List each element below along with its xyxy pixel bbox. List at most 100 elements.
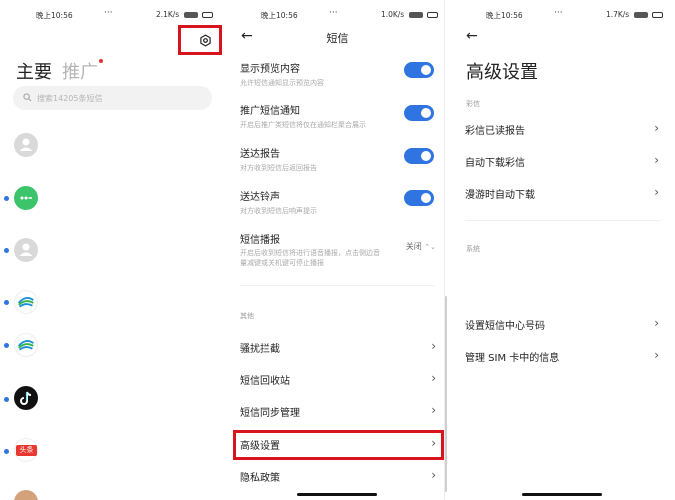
toutiao-logo-icon: 头条 xyxy=(16,445,37,456)
section-label-mms: 彩信 xyxy=(466,100,480,108)
battery-icon xyxy=(652,12,663,18)
promo-notification-toggle[interactable] xyxy=(404,105,434,121)
delivery-report-toggle[interactable] xyxy=(404,148,434,164)
conversation-avatar[interactable] xyxy=(14,290,38,314)
setting-subtitle: 对方收到短信后返回报告 xyxy=(240,164,317,172)
chevron-right-icon: › xyxy=(654,121,659,135)
item-label: 自动下载彩信 xyxy=(465,158,525,169)
battery-icon xyxy=(202,12,213,18)
unread-dot xyxy=(4,343,9,348)
setting-title: 短信播报 xyxy=(240,235,280,246)
menu-item-privacy-policy[interactable]: 隐私政策 › xyxy=(240,467,436,484)
status-more: ··· xyxy=(104,8,113,18)
item-label: 彩信已读报告 xyxy=(465,126,525,137)
menu-item-sms-center-number[interactable]: 设置短信中心号码 › xyxy=(465,315,659,332)
broadcast-sub-line1: 开启后收到短信将进行语音播报，点击侧边音 xyxy=(240,249,380,257)
default-avatar-icon xyxy=(19,243,33,256)
default-avatar-icon xyxy=(19,138,33,151)
menu-item-harassment-block[interactable]: 骚扰拦截 › xyxy=(240,338,436,355)
conversation-avatar[interactable] xyxy=(14,490,38,500)
status-network: 1.0K/s xyxy=(381,10,438,19)
search-placeholder: 搜索14205条短信 xyxy=(37,94,103,103)
conversation-avatar[interactable] xyxy=(14,333,38,357)
preview-content-toggle[interactable] xyxy=(404,62,434,78)
chevron-right-icon: › xyxy=(654,153,659,167)
divider xyxy=(240,285,435,286)
menu-item-recycle-bin[interactable]: 短信回收站 › xyxy=(240,370,436,387)
menu-item-auto-download-mms[interactable]: 自动下载彩信 › xyxy=(465,152,659,169)
scrollbar[interactable] xyxy=(445,296,447,492)
item-label: 隐私政策 xyxy=(240,473,280,484)
status-network: 1.7K/s xyxy=(606,10,663,19)
setting-subtitle: 对方收到短信后响声提示 xyxy=(240,207,317,215)
unread-dot xyxy=(4,397,9,402)
tab-promo[interactable]: 推广 xyxy=(62,58,98,84)
item-label: 短信同步管理 xyxy=(240,408,300,419)
menu-item-advanced-settings[interactable]: 高级设置 › xyxy=(240,435,436,452)
chevron-right-icon: › xyxy=(431,436,436,450)
menu-item-mms-read-report[interactable]: 彩信已读报告 › xyxy=(465,120,659,137)
page-title: 短信 xyxy=(326,32,349,45)
setting-subtitle: 开启后推广类短信将仅在通知栏聚合展示 xyxy=(240,121,366,129)
network-speed: 1.7K/s xyxy=(605,10,630,19)
broadcast-sub-line2: 量减键或关机键可停止播报 xyxy=(240,259,324,267)
divider xyxy=(465,220,660,221)
signal-icon xyxy=(183,12,198,18)
tab-main[interactable]: 主要 xyxy=(16,58,52,84)
search-icon xyxy=(23,93,32,102)
conversation-avatar[interactable]: 头条 xyxy=(14,438,38,462)
conversation-avatar[interactable] xyxy=(14,133,38,157)
message-list-panel: 晚上10:56 ··· 2.1K/s 主要 推广 搜索14205条短信 头条 xyxy=(0,0,225,500)
conversation-avatar[interactable] xyxy=(14,186,38,210)
chat-bubble-avatar-icon xyxy=(20,196,32,200)
home-indicator xyxy=(297,493,377,496)
network-speed: 1.0K/s xyxy=(380,10,405,19)
battery-icon xyxy=(427,12,438,18)
signal-icon xyxy=(408,12,423,18)
status-time: 晚上10:56 xyxy=(261,11,298,20)
status-bar: 晚上10:56 ··· 2.1K/s xyxy=(0,8,225,22)
settings-button[interactable] xyxy=(178,25,222,55)
chevron-right-icon: › xyxy=(654,316,659,330)
network-speed: 2.1K/s xyxy=(155,10,180,19)
item-label: 短信回收站 xyxy=(240,376,290,387)
menu-item-manage-sim-messages[interactable]: 管理 SIM 卡中的信息 › xyxy=(465,347,659,364)
chevron-right-icon: › xyxy=(431,339,436,353)
status-more: ··· xyxy=(329,8,338,18)
conversation-avatar[interactable] xyxy=(14,386,38,410)
advanced-settings-panel: 晚上10:56 ··· 1.7K/s ← 高级设置 彩信 彩信已读报告 › 自动… xyxy=(450,0,675,500)
delivery-ringtone-toggle[interactable] xyxy=(404,190,434,206)
page-title: 高级设置 xyxy=(466,62,538,83)
panel-divider xyxy=(444,0,445,500)
status-bar: 晚上10:56 ··· 1.7K/s xyxy=(450,8,675,22)
menu-item-roaming-auto-download[interactable]: 漫游时自动下载 › xyxy=(465,184,659,201)
item-label: 管理 SIM 卡中的信息 xyxy=(465,353,560,364)
chevron-right-icon: › xyxy=(431,371,436,385)
menu-item-sync-management[interactable]: 短信同步管理 › xyxy=(240,402,436,419)
sms-settings-panel: 晚上10:56 ··· 1.0K/s ← 短信 显示预览内容 允许短信通知显示预… xyxy=(225,0,450,500)
china-mobile-logo-icon xyxy=(17,297,34,308)
status-more: ··· xyxy=(554,8,563,18)
china-mobile-logo-icon xyxy=(17,340,34,351)
broadcast-value: 关闭 xyxy=(405,242,422,251)
conversation-avatar[interactable] xyxy=(14,238,38,262)
unread-dot xyxy=(4,196,9,201)
gear-icon xyxy=(200,34,211,47)
setting-sms-broadcast[interactable]: 短信播报 开启后收到短信将进行语音播报，点击侧边音 量减键或关机键可停止播报 xyxy=(240,231,400,268)
item-label: 高级设置 xyxy=(240,441,280,452)
broadcast-select[interactable]: 关闭 ⌃⌄ xyxy=(406,241,436,252)
status-network: 2.1K/s xyxy=(156,10,213,19)
status-bar: 晚上10:56 ··· 1.0K/s xyxy=(225,8,450,22)
status-time: 晚上10:56 xyxy=(36,11,73,20)
status-time: 晚上10:56 xyxy=(486,11,523,20)
unread-dot xyxy=(4,248,9,253)
item-label: 漫游时自动下载 xyxy=(465,190,535,201)
setting-subtitle: 允许短信通知显示预览内容 xyxy=(240,79,324,87)
chevron-updown-icon: ⌃⌄ xyxy=(424,243,436,251)
unread-dot xyxy=(4,449,9,454)
section-label-system: 系统 xyxy=(466,245,480,253)
back-arrow-icon[interactable]: ← xyxy=(466,28,478,44)
search-input[interactable]: 搜索14205条短信 xyxy=(13,86,212,110)
section-label-other: 其他 xyxy=(240,312,254,320)
item-label: 设置短信中心号码 xyxy=(465,321,545,332)
